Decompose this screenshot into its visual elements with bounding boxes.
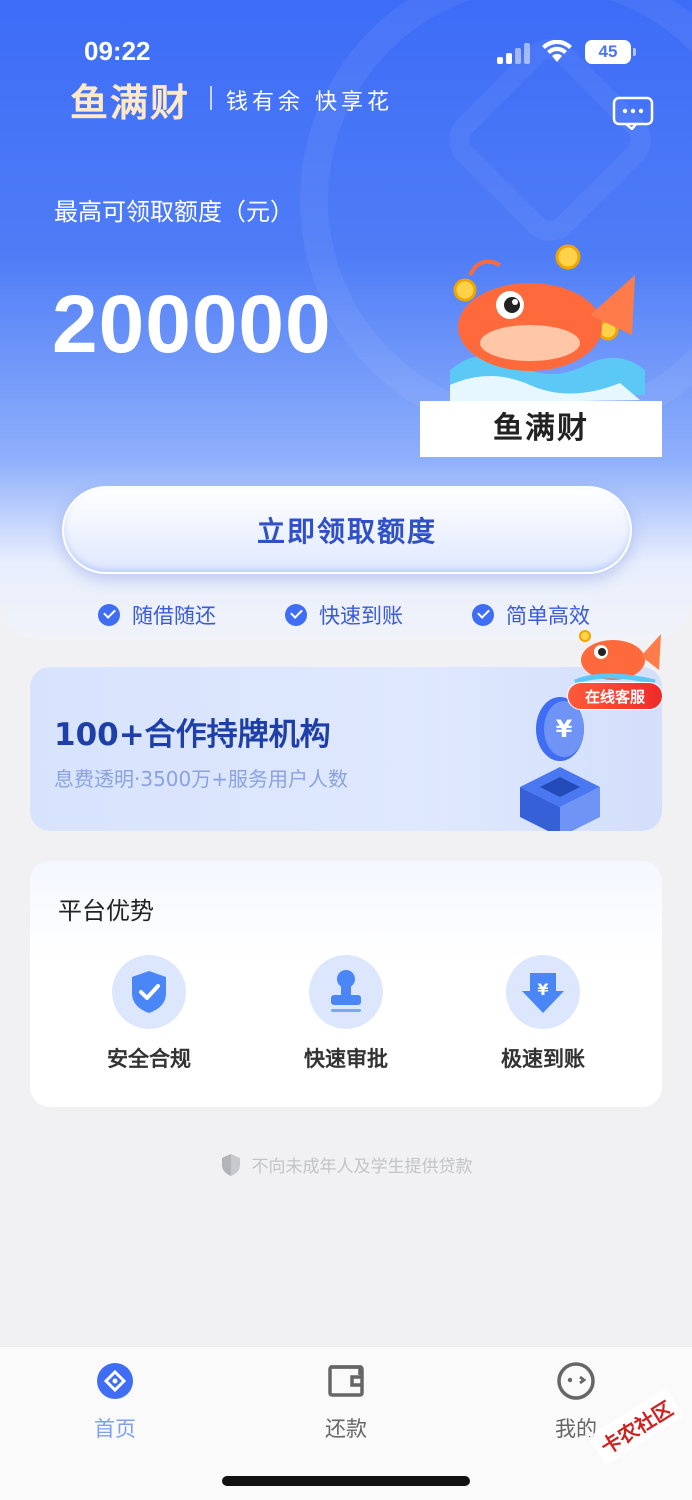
check-icon	[285, 604, 307, 626]
feature-item: 快速到账	[285, 600, 403, 630]
claim-quota-button[interactable]: 立即领取额度	[62, 486, 632, 574]
wifi-icon	[542, 40, 572, 62]
check-icon	[472, 604, 494, 626]
mascot-card: 鱼满财	[420, 235, 662, 457]
tab-repay-label: 还款	[325, 1417, 367, 1441]
advantage-label: 安全合规	[107, 1047, 191, 1071]
brand-divider	[210, 86, 212, 110]
advantage-item: ¥ 极速到账	[473, 955, 613, 1073]
platform-advantages-card: 平台优势 安全合规 快速审批 ¥ 极速到账	[30, 861, 662, 1107]
koi-fish-mascot-icon	[450, 244, 645, 403]
partner-title: 100+合作持牌机构	[54, 717, 331, 753]
advantages-title: 平台优势	[58, 897, 154, 925]
advantage-label: 快速审批	[304, 1047, 388, 1071]
tab-repay[interactable]: 还款	[276, 1361, 416, 1443]
download-yuan-icon: ¥	[506, 955, 580, 1029]
online-service-badge[interactable]: 在线客服	[567, 682, 663, 710]
feature-item: 随借随还	[98, 600, 216, 630]
quota-amount: 200000	[52, 279, 332, 370]
advantage-item: 安全合规	[79, 955, 219, 1073]
shield-check-icon	[112, 955, 186, 1029]
cellular-signal-icon	[497, 42, 531, 64]
stamp-icon	[309, 955, 383, 1029]
home-icon	[97, 1363, 133, 1399]
home-indicator[interactable]	[222, 1476, 470, 1486]
advantage-label: 极速到账	[501, 1047, 585, 1071]
brand-logo: 鱼满财	[70, 81, 191, 125]
feature-label: 快速到账	[319, 604, 403, 628]
shield-icon	[221, 1153, 240, 1176]
svg-text:¥: ¥	[556, 715, 573, 743]
online-service-float[interactable]: 在线客服	[565, 620, 665, 712]
message-icon[interactable]	[612, 96, 654, 130]
disclaimer-text: 不向未成年人及学生提供贷款	[251, 1157, 473, 1177]
svg-text:¥: ¥	[537, 980, 548, 999]
mascot-name: 鱼满财	[420, 401, 662, 457]
advantage-item: 快速审批	[276, 955, 416, 1073]
quota-label: 最高可领取额度（元）	[54, 198, 294, 226]
battery-icon: 45	[585, 40, 636, 64]
status-time: 09:22	[84, 36, 151, 66]
check-icon	[98, 604, 120, 626]
tab-home-label: 首页	[94, 1417, 136, 1441]
tab-home[interactable]: 首页	[45, 1361, 185, 1443]
koi-fish-small-icon	[574, 630, 661, 685]
status-bar: 09:22 45	[0, 0, 692, 80]
profile-icon	[557, 1362, 595, 1400]
partner-subtitle: 息费透明·3500万+服务用户人数	[54, 767, 349, 791]
wallet-icon	[328, 1365, 364, 1397]
disclaimer: 不向未成年人及学生提供贷款	[0, 1152, 692, 1177]
feature-label: 随借随还	[132, 604, 216, 628]
brand-slogan: 钱有余 快享花	[226, 90, 393, 115]
